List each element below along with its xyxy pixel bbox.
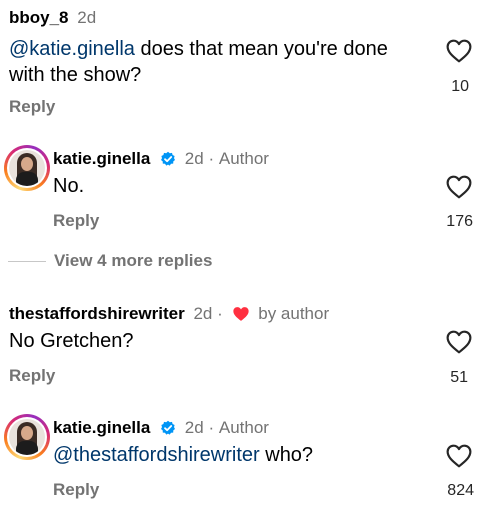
- avatar-photo: [9, 419, 45, 455]
- heart-outline-icon[interactable]: [446, 39, 472, 63]
- avatar-inner: [7, 417, 47, 457]
- comment-1-text-line1: does that mean you're done: [134, 38, 388, 60]
- comment-1-text: @katie.ginella does that mean you're don…: [9, 36, 429, 88]
- comment-4-mention[interactable]: @thestaffordshirewriter: [53, 444, 260, 466]
- separator: ·: [208, 418, 215, 437]
- replies-divider: [8, 261, 46, 262]
- comment-1-like-count: 10: [451, 78, 469, 95]
- comment-3-like-count: 51: [450, 369, 468, 386]
- comment-3-reply-button[interactable]: Reply: [9, 366, 55, 386]
- avatar[interactable]: [4, 414, 50, 460]
- comment-2-username[interactable]: katie.ginella: [53, 149, 150, 168]
- author-tag: Author: [218, 149, 269, 168]
- comment-1-header: bboy_8 2d: [9, 8, 96, 28]
- comment-1-text-line2: with the show?: [9, 64, 142, 86]
- avatar-inner: [7, 148, 47, 188]
- comment-4-text: @thestaffordshirewriter who?: [53, 442, 313, 468]
- verified-badge-icon: [161, 151, 176, 166]
- separator: ·: [217, 304, 223, 323]
- comment-2-reply-button[interactable]: Reply: [53, 211, 99, 231]
- comment-2-text: No.: [53, 175, 85, 197]
- separator: ·: [208, 149, 215, 168]
- comment-4-header: katie.ginella 2d · Author: [53, 418, 269, 438]
- avatar[interactable]: [4, 145, 50, 191]
- author-tag: Author: [218, 418, 269, 437]
- heart-filled-icon: [232, 307, 249, 321]
- comment-1-mention[interactable]: @katie.ginella: [9, 38, 135, 60]
- comment-3-header: thestaffordshirewriter 2d · by author: [9, 304, 329, 324]
- comment-2-header: katie.ginella 2d · Author: [53, 149, 269, 169]
- comment-4-reply-button[interactable]: Reply: [53, 480, 99, 500]
- comment-1-username[interactable]: bboy_8: [9, 8, 69, 27]
- avatar-photo: [9, 150, 45, 186]
- heart-outline-icon[interactable]: [446, 330, 472, 354]
- verified-badge-icon: [161, 420, 176, 435]
- comment-3-username[interactable]: thestaffordshirewriter: [9, 304, 185, 323]
- comment-4-text-body: who?: [259, 444, 314, 466]
- comment-4-time: 2d: [184, 418, 204, 437]
- comment-4-username[interactable]: katie.ginella: [53, 418, 150, 437]
- comment-2-time: 2d: [184, 149, 204, 168]
- heart-outline-icon[interactable]: [446, 175, 472, 199]
- liked-by-author-label: by author: [258, 304, 330, 323]
- comment-3-text: No Gretchen?: [9, 330, 134, 352]
- comment-2-like-count: 176: [446, 213, 473, 230]
- heart-outline-icon[interactable]: [446, 444, 472, 468]
- comment-3-time: 2d: [193, 304, 213, 323]
- comment-4-like-count: 824: [447, 482, 474, 499]
- view-more-replies-button[interactable]: View 4 more replies: [54, 251, 212, 271]
- comment-1-reply-button[interactable]: Reply: [9, 97, 55, 117]
- comment-1-time: 2d: [77, 8, 97, 27]
